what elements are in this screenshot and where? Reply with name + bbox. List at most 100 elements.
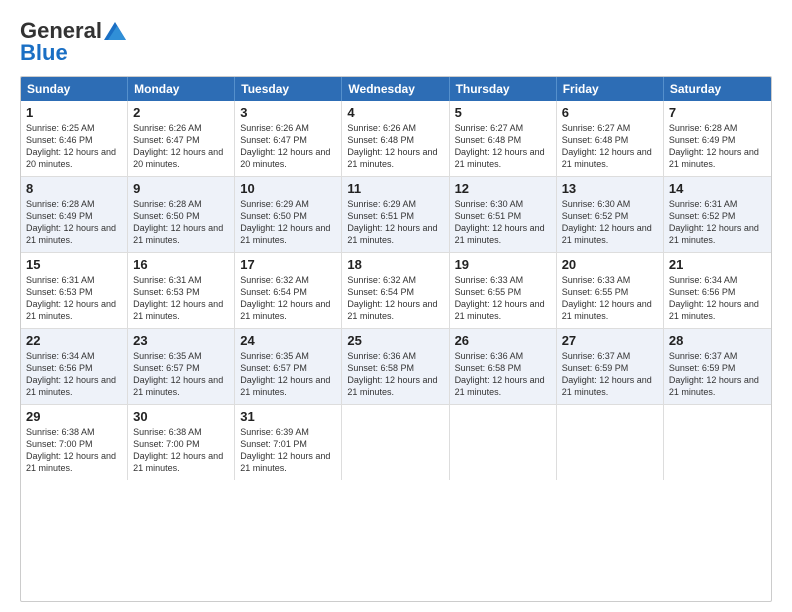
day-cell-18: 18 Sunrise: 6:32 AMSunset: 6:54 PMDayligh… — [342, 253, 449, 328]
cell-info: Sunrise: 6:33 AMSunset: 6:55 PMDaylight:… — [455, 274, 551, 323]
cell-info: Sunrise: 6:36 AMSunset: 6:58 PMDaylight:… — [455, 350, 551, 399]
cell-info: Sunrise: 6:28 AMSunset: 6:49 PMDaylight:… — [669, 122, 766, 171]
day-cell-30: 30Sunrise: 6:38 AMSunset: 7:00 PMDayligh… — [128, 405, 235, 480]
cell-info: Sunrise: 6:35 AMSunset: 6:57 PMDaylight:… — [133, 350, 229, 399]
day-number: 26 — [455, 333, 551, 348]
calendar-row-1: 1 Sunrise: 6:25 AMSunset: 6:46 PMDaylight… — [21, 101, 771, 176]
cell-info: Sunrise: 6:30 AMSunset: 6:51 PMDaylight:… — [455, 198, 551, 247]
cell-info: Sunrise: 6:26 AMSunset: 6:47 PMDaylight:… — [240, 122, 336, 171]
page: General Blue SundayMondayTuesdayWednesda… — [0, 0, 792, 612]
day-cell-31: 31Sunrise: 6:39 AMSunset: 7:01 PMDayligh… — [235, 405, 342, 480]
day-number: 16 — [133, 257, 229, 272]
day-number: 31 — [240, 409, 336, 424]
logo-blue: Blue — [20, 40, 68, 66]
cell-info: Sunrise: 6:34 AMSunset: 6:56 PMDaylight:… — [26, 350, 122, 399]
empty-cell-r4c3 — [342, 405, 449, 480]
day-number: 10 — [240, 181, 336, 196]
day-number: 17 — [240, 257, 336, 272]
empty-cell-r4c5 — [557, 405, 664, 480]
weekday-header-saturday: Saturday — [664, 77, 771, 101]
day-number: 5 — [455, 105, 551, 120]
day-cell-26: 26 Sunrise: 6:36 AMSunset: 6:58 PMDayligh… — [450, 329, 557, 404]
day-cell-29: 29 Sunrise: 6:38 AMSunset: 7:00 PMDayligh… — [21, 405, 128, 480]
empty-cell-r4c6 — [664, 405, 771, 480]
weekday-header-sunday: Sunday — [21, 77, 128, 101]
day-cell-19: 19 Sunrise: 6:33 AMSunset: 6:55 PMDayligh… — [450, 253, 557, 328]
day-cell-17: 17Sunrise: 6:32 AMSunset: 6:54 PMDayligh… — [235, 253, 342, 328]
day-number: 9 — [133, 181, 229, 196]
day-number: 20 — [562, 257, 658, 272]
cell-info: Sunrise: 6:34 AMSunset: 6:56 PMDaylight:… — [669, 274, 766, 323]
cell-info: Sunrise: 6:27 AMSunset: 6:48 PMDaylight:… — [455, 122, 551, 171]
day-cell-22: 22 Sunrise: 6:34 AMSunset: 6:56 PMDayligh… — [21, 329, 128, 404]
day-number: 7 — [669, 105, 766, 120]
day-number: 22 — [26, 333, 122, 348]
cell-info: Sunrise: 6:37 AMSunset: 6:59 PMDaylight:… — [562, 350, 658, 399]
empty-cell-r4c4 — [450, 405, 557, 480]
day-cell-13: 13 Sunrise: 6:30 AMSunset: 6:52 PMDayligh… — [557, 177, 664, 252]
calendar-row-3: 15Sunrise: 6:31 AMSunset: 6:53 PMDayligh… — [21, 252, 771, 328]
cell-info: Sunrise: 6:31 AMSunset: 6:53 PMDaylight:… — [133, 274, 229, 323]
day-cell-9: 9 Sunrise: 6:28 AMSunset: 6:50 PMDaylight… — [128, 177, 235, 252]
cell-info: Sunrise: 6:31 AMSunset: 6:53 PMDaylight:… — [26, 274, 122, 323]
cell-info: Sunrise: 6:35 AMSunset: 6:57 PMDaylight:… — [240, 350, 336, 399]
cell-info: Sunrise: 6:33 AMSunset: 6:55 PMDaylight:… — [562, 274, 658, 323]
day-cell-4: 4 Sunrise: 6:26 AMSunset: 6:48 PMDaylight… — [342, 101, 449, 176]
logo-icon — [104, 22, 126, 40]
day-number: 19 — [455, 257, 551, 272]
day-number: 28 — [669, 333, 766, 348]
day-cell-2: 2Sunrise: 6:26 AMSunset: 6:47 PMDaylight… — [128, 101, 235, 176]
day-number: 4 — [347, 105, 443, 120]
calendar-body: 1 Sunrise: 6:25 AMSunset: 6:46 PMDaylight… — [21, 101, 771, 480]
day-number: 30 — [133, 409, 229, 424]
day-cell-25: 25Sunrise: 6:36 AMSunset: 6:58 PMDayligh… — [342, 329, 449, 404]
day-number: 1 — [26, 105, 122, 120]
day-cell-21: 21 Sunrise: 6:34 AMSunset: 6:56 PMDayligh… — [664, 253, 771, 328]
day-cell-10: 10 Sunrise: 6:29 AMSunset: 6:50 PMDayligh… — [235, 177, 342, 252]
cell-info: Sunrise: 6:38 AMSunset: 7:00 PMDaylight:… — [26, 426, 122, 475]
weekday-header-tuesday: Tuesday — [235, 77, 342, 101]
cell-info: Sunrise: 6:28 AMSunset: 6:49 PMDaylight:… — [26, 198, 122, 247]
day-number: 23 — [133, 333, 229, 348]
day-cell-7: 7 Sunrise: 6:28 AMSunset: 6:49 PMDaylight… — [664, 101, 771, 176]
cell-info: Sunrise: 6:26 AMSunset: 6:47 PMDaylight:… — [133, 122, 229, 171]
day-number: 6 — [562, 105, 658, 120]
day-cell-23: 23 Sunrise: 6:35 AMSunset: 6:57 PMDayligh… — [128, 329, 235, 404]
cell-info: Sunrise: 6:29 AMSunset: 6:50 PMDaylight:… — [240, 198, 336, 247]
day-number: 11 — [347, 181, 443, 196]
logo: General Blue — [20, 18, 126, 66]
cell-info: Sunrise: 6:25 AMSunset: 6:46 PMDaylight:… — [26, 122, 122, 171]
calendar: SundayMondayTuesdayWednesdayThursdayFrid… — [20, 76, 772, 602]
day-number: 18 — [347, 257, 443, 272]
cell-info: Sunrise: 6:30 AMSunset: 6:52 PMDaylight:… — [562, 198, 658, 247]
day-number: 24 — [240, 333, 336, 348]
cell-info: Sunrise: 6:37 AMSunset: 6:59 PMDaylight:… — [669, 350, 766, 399]
day-cell-6: 6 Sunrise: 6:27 AMSunset: 6:48 PMDaylight… — [557, 101, 664, 176]
day-number: 12 — [455, 181, 551, 196]
day-number: 3 — [240, 105, 336, 120]
cell-info: Sunrise: 6:26 AMSunset: 6:48 PMDaylight:… — [347, 122, 443, 171]
header: General Blue — [20, 18, 772, 66]
day-number: 21 — [669, 257, 766, 272]
calendar-header: SundayMondayTuesdayWednesdayThursdayFrid… — [21, 77, 771, 101]
day-number: 8 — [26, 181, 122, 196]
cell-info: Sunrise: 6:28 AMSunset: 6:50 PMDaylight:… — [133, 198, 229, 247]
weekday-header-thursday: Thursday — [450, 77, 557, 101]
day-cell-16: 16 Sunrise: 6:31 AMSunset: 6:53 PMDayligh… — [128, 253, 235, 328]
day-number: 25 — [347, 333, 443, 348]
day-cell-14: 14Sunrise: 6:31 AMSunset: 6:52 PMDayligh… — [664, 177, 771, 252]
day-cell-15: 15Sunrise: 6:31 AMSunset: 6:53 PMDayligh… — [21, 253, 128, 328]
day-number: 13 — [562, 181, 658, 196]
day-cell-5: 5 Sunrise: 6:27 AMSunset: 6:48 PMDaylight… — [450, 101, 557, 176]
day-number: 29 — [26, 409, 122, 424]
day-cell-20: 20 Sunrise: 6:33 AMSunset: 6:55 PMDayligh… — [557, 253, 664, 328]
cell-info: Sunrise: 6:32 AMSunset: 6:54 PMDaylight:… — [347, 274, 443, 323]
day-cell-3: 3 Sunrise: 6:26 AMSunset: 6:47 PMDaylight… — [235, 101, 342, 176]
day-number: 14 — [669, 181, 766, 196]
weekday-header-monday: Monday — [128, 77, 235, 101]
day-cell-1: 1 Sunrise: 6:25 AMSunset: 6:46 PMDaylight… — [21, 101, 128, 176]
cell-info: Sunrise: 6:27 AMSunset: 6:48 PMDaylight:… — [562, 122, 658, 171]
day-cell-28: 28 Sunrise: 6:37 AMSunset: 6:59 PMDayligh… — [664, 329, 771, 404]
calendar-row-4: 22 Sunrise: 6:34 AMSunset: 6:56 PMDayligh… — [21, 328, 771, 404]
cell-info: Sunrise: 6:29 AMSunset: 6:51 PMDaylight:… — [347, 198, 443, 247]
